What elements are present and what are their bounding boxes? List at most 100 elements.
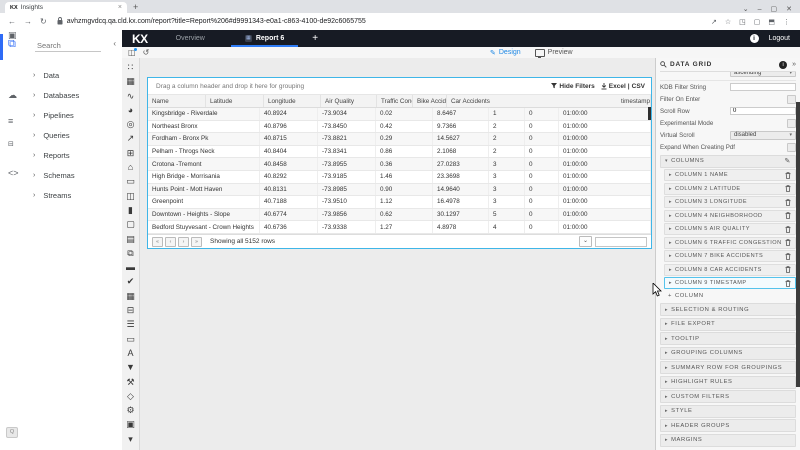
hide-filters-button[interactable]: Hide Filters [551,83,594,90]
panel-section[interactable]: ▸ SUMMARY ROW FOR GROUPINGS [660,361,796,374]
refresh-icon[interactable]: ↻ [40,17,47,26]
footer-filter-input[interactable] [595,237,647,247]
grid-scrollbar-thumb[interactable] [648,107,651,120]
extensions-icon[interactable]: ◳ [739,18,746,26]
panel-section[interactable]: ▸ HIGHLIGHT RULES [660,376,796,389]
edit-columns-icon[interactable]: ✎ [785,157,791,165]
pie-chart-widget-icon[interactable]: ◕ [128,103,133,117]
panel-info-icon[interactable]: i [779,61,787,69]
sidebar-item[interactable]: › Data [0,65,122,85]
tools-widget-icon[interactable]: ⚒ [126,375,134,389]
forward-icon[interactable]: → [24,17,32,26]
kdb-filter-string-input[interactable] [730,83,796,91]
sidebar-item[interactable]: › Pipelines [0,105,122,125]
image-widget-icon[interactable]: ▣ [126,417,135,431]
add-column-button[interactable]: + COLUMN [668,291,796,301]
hierarchy-widget-icon[interactable]: ⊟ [127,303,135,317]
home-widget-icon[interactable]: ⌂ [128,160,133,174]
sidebar-item[interactable]: › Streams [0,185,122,205]
minimize-icon[interactable]: – [758,6,762,13]
panel-section[interactable]: ▸ MARGINS [660,434,796,447]
trash-icon[interactable] [785,253,791,260]
panel-section[interactable]: ▸ HEADER GROUPS [660,419,796,432]
window-menu-icon[interactable]: ⌄ [743,5,749,13]
scroll-row-input[interactable] [730,107,796,115]
trash-icon[interactable] [785,172,791,179]
table-row[interactable]: Bedford Stuyvesant - Crown Heights 40.67… [148,221,651,234]
table-header-cell[interactable]: Bike Accidents [413,95,447,107]
tab-close-icon[interactable]: × [118,4,122,11]
panel-widget-icon[interactable]: ▮ [128,203,133,217]
table-row[interactable]: Kingsbridge - Riverdale 40.8924 -73.9034… [148,108,651,121]
maximize-icon[interactable]: ▢ [771,5,778,13]
palette-drag-handle-icon[interactable]: ∷ [128,60,134,74]
search-icon[interactable] [660,61,667,68]
text-widget-icon[interactable]: A [127,346,133,360]
panel-section[interactable]: ▸ CUSTOM FILTERS [660,390,796,403]
trash-icon[interactable] [785,266,791,273]
columns-layout-widget-icon[interactable]: ◫ [126,189,135,203]
first-page-icon[interactable]: « [152,237,163,247]
info-icon[interactable]: i [750,34,759,43]
shape-widget-icon[interactable]: ◇ [127,389,134,403]
browser-tab[interactable]: KX Insights × [5,2,127,13]
filter-widget-icon[interactable]: ▼ [126,360,135,374]
bookmark-star-icon[interactable]: ☆ [725,18,731,26]
data-grid-widget-icon[interactable]: ▦ [126,74,135,88]
copy-widget-icon[interactable]: ⧉ [127,246,133,260]
chart-icon[interactable]: ▣ [8,30,17,41]
profile-icon[interactable]: ▢ [754,18,761,26]
table-row[interactable]: High Bridge - Morrisania 40.8292 -73.918… [148,171,651,184]
grouping-drop-zone[interactable]: Drag a column header and drop it here fo… [148,78,651,95]
kx-logo[interactable]: KX [132,32,148,46]
close-icon[interactable]: ✕ [786,5,792,13]
preview-mode-toggle[interactable]: Preview [535,49,573,57]
panel-section[interactable]: ▸ SELECTION & ROUTING [660,303,796,316]
table-header-cell[interactable]: Car Accidents [447,95,617,107]
table-header-cell[interactable]: Longitude [264,95,321,107]
donut-chart-widget-icon[interactable]: ◎ [127,117,135,131]
table-header-cell[interactable]: Air Quality [321,95,377,107]
trash-icon[interactable] [785,239,791,246]
column-section-item[interactable]: ▸ COLUMN 1 NAME [664,169,796,181]
line-chart-widget-icon[interactable]: ∿ [127,89,135,103]
table-header-cell[interactable]: Traffic Congestion [377,95,413,107]
filter-on-enter-checkbox[interactable] [787,95,796,104]
column-section-item[interactable]: ▸ COLUMN 3 LONGITUDE [664,196,796,208]
column-section-item[interactable]: ▸ COLUMN 2 LATITUDE [664,183,796,195]
virtual-scroll-select[interactable]: disabled▾ [730,131,796,140]
trash-icon[interactable] [785,199,791,206]
panel-section[interactable]: ▸ FILE EXPORT [660,318,796,331]
panel-section[interactable]: ▸ STYLE [660,405,796,418]
undo-icon[interactable]: ↺ [143,48,150,57]
panel-collapse-icon[interactable]: » [792,61,796,68]
excel-export-button[interactable]: Excel [609,83,626,90]
help-widget-icon[interactable]: Q [6,427,18,438]
last-page-icon[interactable]: » [191,237,202,247]
save-layout-icon[interactable]: ◫ [128,48,136,57]
back-icon[interactable]: ← [8,17,16,26]
table-row[interactable]: Pelham - Throgs Neck 40.8404 -73.8341 0.… [148,146,651,159]
data-grid-widget[interactable]: Drag a column header and drop it here fo… [147,77,652,249]
sidebar-item[interactable]: › Reports [0,145,122,165]
incognito-icon[interactable]: ⬒ [768,18,775,26]
expand-pdf-checkbox[interactable] [787,143,796,152]
csv-export-button[interactable]: CSV [632,83,645,90]
sidebar-item[interactable]: › Queries [0,125,122,145]
tab-report-6[interactable]: ▦ Report 6 [231,30,298,47]
calendar-widget-icon[interactable]: ▦ [126,289,135,303]
trash-icon[interactable] [785,280,791,287]
table-header-cell[interactable]: timestamp [617,95,651,107]
table-row[interactable]: Crotona -Tremont 40.8458 -73.8955 0.36 2… [148,158,651,171]
column-section-item[interactable]: ▸ COLUMN 5 AIR QUALITY [664,223,796,235]
palette-scroll-down-icon[interactable]: ▾ [128,432,133,446]
table-header-cell[interactable]: Name [148,95,206,107]
trash-icon[interactable] [785,185,791,192]
sort-order-select[interactable]: ascending▾ [730,72,796,77]
table-row[interactable]: Hunts Point - Mott Haven 40.8131 -73.898… [148,184,651,197]
column-section-item[interactable]: ▸ COLUMN 8 CAR ACCIDENTS [664,264,796,276]
panel-scrollbar-thumb[interactable] [796,102,800,387]
column-section-item[interactable]: ▸ COLUMN 6 TRAFFIC CONGESTION [664,237,796,249]
breadcrumb-widget-icon[interactable]: ▭ [126,174,135,188]
trash-icon[interactable] [785,226,791,233]
